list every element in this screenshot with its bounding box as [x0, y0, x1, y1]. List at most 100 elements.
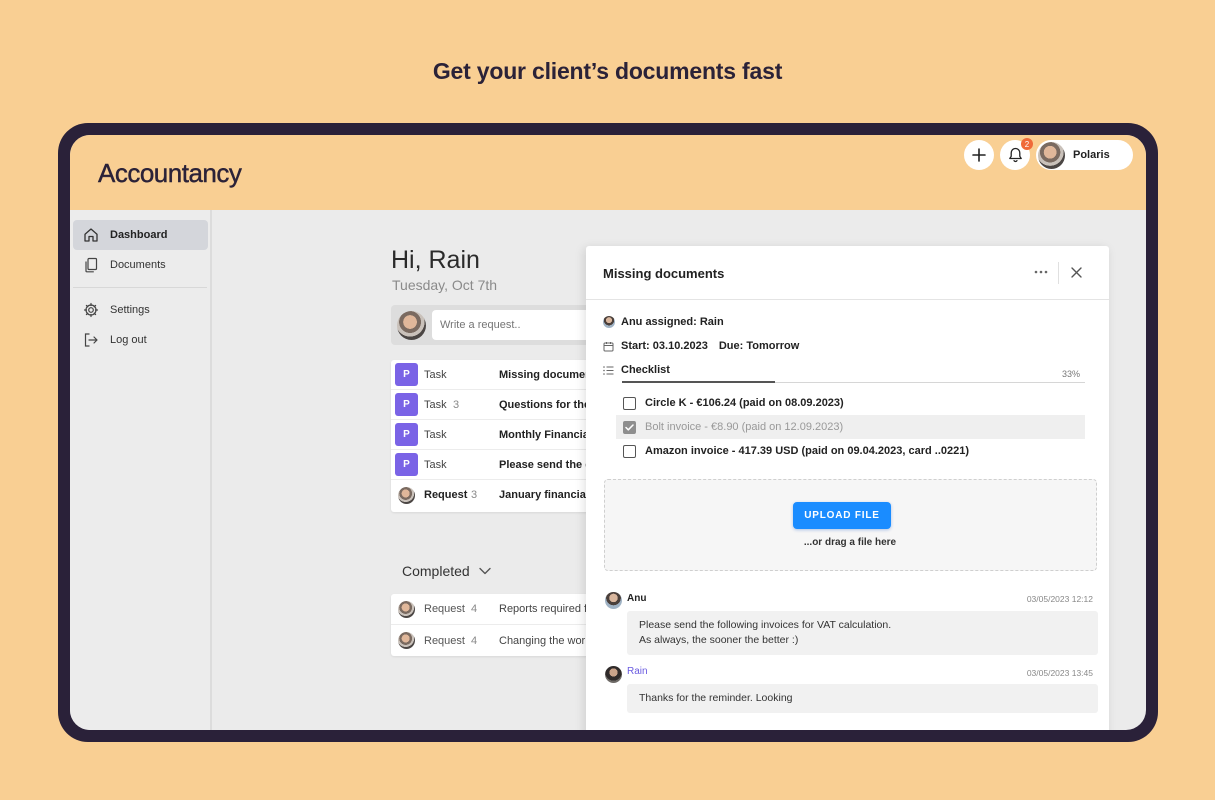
list-icon — [603, 365, 614, 375]
task-title: Missing documen — [499, 368, 592, 381]
drag-hint: ...or drag a file here — [803, 537, 897, 548]
message-author: Rain — [627, 666, 648, 677]
documents-icon — [85, 257, 98, 273]
request-composer — [391, 305, 602, 345]
user-name: Polaris — [1073, 149, 1110, 161]
logout-icon — [84, 333, 98, 347]
tablet-frame: Accountancy 2 Polaris Dashboard Document… — [58, 123, 1158, 742]
table-row[interactable]: Request 3 January financial — [391, 480, 591, 510]
requester-avatar — [398, 632, 415, 649]
composer-avatar — [397, 311, 426, 340]
message-avatar-anu — [605, 592, 622, 609]
assigner-avatar — [602, 316, 615, 328]
table-row[interactable]: P Task Please send the d — [391, 450, 592, 480]
requester-avatar — [398, 600, 415, 618]
project-badge: P — [395, 363, 418, 386]
task-count: 4 — [471, 634, 478, 647]
add-button[interactable] — [964, 140, 994, 170]
task-type: Task — [424, 428, 447, 441]
sidebar-item-settings[interactable]: Settings — [73, 295, 208, 325]
chevron-down-icon — [479, 567, 491, 575]
upload-file-button[interactable]: UPLOAD FILE — [793, 502, 891, 529]
table-row[interactable]: P Task 3 Questions for the — [391, 390, 591, 420]
task-title: Please send the d — [499, 458, 592, 471]
task-count: 3 — [471, 489, 478, 501]
sidebar-item-logout[interactable]: Log out — [73, 325, 208, 355]
task-type: Task — [424, 368, 447, 381]
sidebar-divider — [73, 287, 207, 288]
page-headline: Get your client’s documents fast — [432, 58, 783, 84]
table-row[interactable]: Request 4 Reports required f — [391, 594, 591, 625]
checkmark-icon — [625, 423, 634, 431]
task-title: Monthly Financial — [499, 428, 592, 441]
file-dropzone[interactable]: UPLOAD FILE ...or drag a file here — [604, 479, 1097, 571]
project-badge: P — [395, 453, 418, 476]
close-icon — [1070, 266, 1082, 278]
panel-header: Missing documents — [586, 246, 1109, 300]
checklist-row: Checklist — [602, 364, 670, 376]
checklist-item[interactable]: Bolt invoice - €8.90 (paid on 12.09.2023… — [616, 415, 1085, 439]
greeting: Hi, Rain — [391, 246, 480, 274]
checkbox[interactable] — [623, 444, 636, 458]
header-divider — [1058, 262, 1059, 284]
table-row[interactable]: Request 4 Changing the wor — [391, 625, 591, 656]
start-date: Start: 03.10.2023 — [621, 340, 708, 352]
checklist-item-label: Circle K - €106.24 (paid on 08.09.2023) — [645, 397, 844, 409]
task-type: Request — [424, 489, 468, 501]
checklist-item-label: Amazon invoice - 417.39 USD (paid on 09.… — [645, 445, 970, 457]
message-avatar-rain — [605, 666, 622, 683]
task-title: Changing the wor — [499, 634, 586, 647]
panel-title: Missing documents — [603, 266, 725, 281]
table-row[interactable]: P Task Missing documen — [391, 360, 592, 390]
gear-icon — [83, 302, 99, 318]
completed-list: Request 4 Reports required f Request 4 C… — [391, 594, 591, 656]
checklist-item[interactable]: Circle K - €106.24 (paid on 08.09.2023) — [616, 391, 1085, 415]
message-line: As always, the sooner the better :) — [639, 634, 799, 646]
sidebar-item-documents[interactable]: Documents — [73, 250, 208, 280]
project-badge: P — [395, 393, 418, 416]
table-row[interactable]: P Task Monthly Financial — [391, 420, 592, 450]
due-date: Due: Tomorrow — [718, 340, 800, 352]
message-line: Please send the following invoices for V… — [639, 619, 892, 631]
app-title: Accountancy — [98, 158, 242, 188]
task-count: 4 — [471, 603, 478, 615]
close-button[interactable] — [1066, 262, 1086, 282]
task-title: Reports required f — [499, 603, 588, 615]
message-bubble: Thanks for the reminder. Looking — [627, 684, 1098, 713]
sidebar-item-label: Log out — [110, 334, 147, 346]
dates-row: Start: 03.10.2023 Due: Tomorrow — [602, 340, 799, 352]
checkbox[interactable] — [623, 396, 636, 410]
completed-label: Completed — [402, 563, 470, 579]
task-type: Task — [424, 458, 447, 471]
request-input[interactable] — [432, 310, 602, 340]
message-line: Thanks for the reminder. Looking — [639, 692, 793, 704]
user-menu[interactable]: Polaris — [1036, 140, 1133, 170]
checklist-item[interactable]: Amazon invoice - 417.39 USD (paid on 09.… — [616, 439, 1085, 463]
notifications-button[interactable]: 2 — [1000, 138, 1033, 170]
task-type: Request — [424, 603, 465, 615]
notification-badge: 2 — [1021, 138, 1033, 150]
sidebar-item-label: Documents — [110, 259, 166, 271]
assignment-text: Anu assigned: Rain — [621, 316, 724, 328]
bell-icon — [1008, 147, 1022, 163]
checklist-progress-fill — [622, 381, 775, 383]
task-title: Questions for the — [499, 398, 591, 411]
checklist-item-label: Bolt invoice - €8.90 (paid on 12.09.2023… — [645, 421, 844, 433]
checklist-label: Checklist — [621, 364, 670, 376]
task-count: 3 — [453, 398, 460, 411]
task-type: Request — [424, 634, 465, 647]
message-time: 03/05/2023 13:45 — [1026, 668, 1093, 678]
plus-icon — [972, 148, 986, 162]
completed-toggle[interactable]: Completed — [402, 563, 491, 579]
more-horizontal-icon — [1034, 270, 1048, 274]
task-type: Task — [424, 398, 447, 411]
top-bar: Accountancy 2 Polaris — [70, 135, 1146, 210]
checkbox-checked[interactable] — [623, 420, 636, 434]
sidebar-item-label: Dashboard — [110, 229, 168, 241]
task-title: January financial — [499, 489, 589, 501]
message-author: Anu — [627, 593, 647, 604]
more-options-button[interactable] — [1032, 262, 1050, 282]
missing-documents-panel: Missing documents Anu assigned: Rain Sta… — [586, 246, 1109, 730]
sidebar-item-dashboard[interactable]: Dashboard — [73, 220, 208, 250]
app-screen: Accountancy 2 Polaris Dashboard Document… — [70, 135, 1146, 730]
